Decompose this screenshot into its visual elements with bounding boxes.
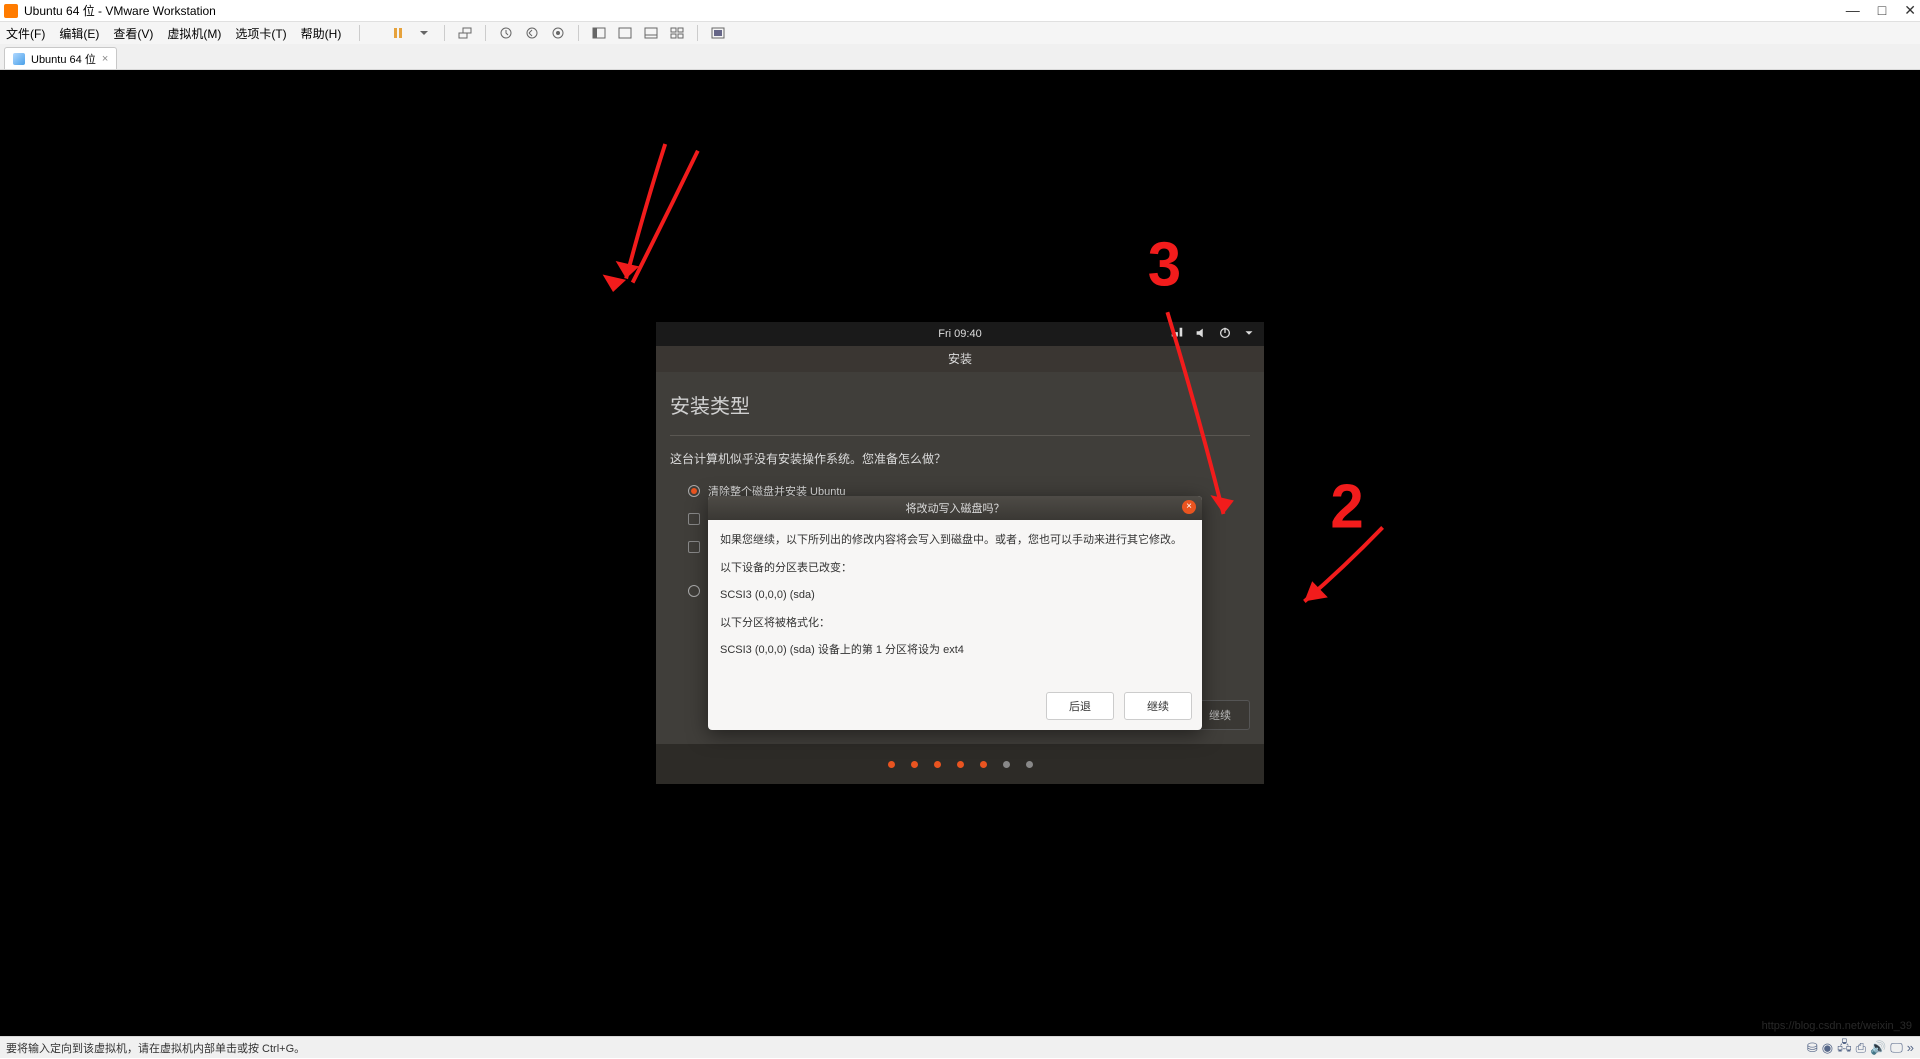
ubuntu-clock[interactable]: Fri 09:40 [938,328,981,340]
layout-console-icon[interactable] [641,24,661,42]
snapshot-take-icon[interactable] [496,24,516,42]
volume-icon[interactable] [1194,326,1208,343]
tab-icon [13,53,25,65]
annotation-2: 2 [1330,472,1363,541]
tab-close-icon[interactable]: × [102,53,108,65]
progress-dot [1026,761,1033,768]
dialog-body: 如果您继续，以下所列出的修改内容将会写入到磁盘中。或者，您也可以手动来进行其它修… [708,520,1202,682]
tray-usb-icon[interactable]: ⎙ [1856,1040,1866,1056]
tray-sound-icon[interactable]: 🔊 [1870,1040,1886,1056]
toolbar [388,24,728,42]
app-icon [4,4,18,18]
radio-icon [688,585,700,597]
fullscreen-icon[interactable] [708,24,728,42]
menu-tabs[interactable]: 选项卡(T) [235,25,286,42]
section-title: 安装类型 [670,390,1250,419]
tab-label: Ubuntu 64 位 [31,51,96,67]
snapshot-revert-icon[interactable] [522,24,542,42]
tray-disk-icon[interactable]: ⛁ [1807,1040,1818,1056]
progress-dot [934,761,941,768]
power-dropdown[interactable] [414,24,434,42]
divider [485,25,486,41]
progress-dot [957,761,964,768]
layout-single-icon[interactable] [589,24,609,42]
dialog-title-text: 将改动写入磁盘吗？ [906,500,1005,516]
menu-vm[interactable]: 虚拟机(M) [167,25,221,42]
power-icon[interactable] [1218,326,1232,343]
menu-edit[interactable]: 编辑(E) [59,25,99,42]
window-title: Ubuntu 64 位 - VMware Workstation [24,2,216,19]
checkbox-icon [688,541,700,553]
vm-screen: Fri 09:40 安装 安装类型 这台计算机似乎没有安装操作系统。您准备怎么做… [656,322,1264,784]
tray-net-icon[interactable]: 🖧 [1837,1037,1852,1059]
dialog-line4: 以下分区将被格式化： [720,615,1190,633]
dialog-title: 将改动写入磁盘吗？ [708,496,1202,520]
annotation-3: 3 [1148,229,1181,298]
watermark: https://blog.csdn.net/weixin_39 [1762,1020,1912,1032]
system-tray: ⛁ ◉ 🖧 ⎙ 🔊 🖵 » [1807,1037,1914,1059]
body-text: 这台计算机似乎没有安装操作系统。您准备怎么做？ [670,450,1250,467]
ubuntu-topbar: Fri 09:40 [656,322,1264,346]
tray-chevron-icon[interactable]: » [1907,1040,1914,1055]
snapshot-manage-icon[interactable] [548,24,568,42]
checkbox-icon [688,513,700,525]
progress-dot [911,761,918,768]
divider [359,25,360,41]
layout-thumb-icon[interactable] [615,24,635,42]
divider [697,25,698,41]
divider [578,25,579,41]
dialog-line1: 如果您继续，以下所列出的修改内容将会写入到磁盘中。或者，您也可以手动来进行其它修… [720,532,1190,550]
menu-view[interactable]: 查看(V) [113,25,153,42]
write-changes-dialog: 将改动写入磁盘吗？ 如果您继续，以下所列出的修改内容将会写入到磁盘中。或者，您也… [708,496,1202,730]
dialog-buttons: 后退 继续 [708,682,1202,730]
layout-unity-icon[interactable] [667,24,687,42]
network-icon[interactable] [1170,326,1184,343]
send-ctrl-alt-del-button[interactable] [455,24,475,42]
tab-ubuntu[interactable]: Ubuntu 64 位 × [4,47,117,69]
dialog-close-icon[interactable] [1182,500,1196,514]
window-controls: — □ ✕ [1846,2,1916,19]
radio-icon [688,485,700,497]
progress-dot [980,761,987,768]
menubar: 文件(F) 编辑(E) 查看(V) 虚拟机(M) 选项卡(T) 帮助(H) [0,22,1920,44]
progress-dot [888,761,895,768]
dialog-back-button[interactable]: 后退 [1046,692,1114,720]
dialog-line3: SCSI3 (0,0,0) (sda) [720,587,1190,605]
statusbar: 要将输入定向到该虚拟机，请在虚拟机内部单击或按 Ctrl+G。 ⛁ ◉ 🖧 ⎙ … [0,1036,1920,1058]
progress-dot [1003,761,1010,768]
dialog-line5: SCSI3 (0,0,0) (sda) 设备上的第 1 分区将设为 ext4 [720,642,1190,660]
section-divider [670,435,1250,436]
menu-help[interactable]: 帮助(H) [301,25,342,42]
statusbar-text: 要将输入定向到该虚拟机，请在虚拟机内部单击或按 Ctrl+G。 [6,1040,305,1056]
menu-file[interactable]: 文件(F) [6,25,45,42]
installer-header: 安装 [656,346,1264,372]
divider [444,25,445,41]
tabbar: Ubuntu 64 位 × [0,44,1920,70]
close-button[interactable]: ✕ [1904,2,1916,19]
chevron-down-icon[interactable] [1242,326,1256,343]
pause-button[interactable] [388,24,408,42]
progress-dots [656,744,1264,784]
tray-cd-icon[interactable]: ◉ [1822,1040,1833,1056]
dialog-continue-button[interactable]: 继续 [1124,692,1192,720]
dialog-line2: 以下设备的分区表已改变： [720,560,1190,578]
minimize-button[interactable]: — [1846,2,1860,19]
titlebar: Ubuntu 64 位 - VMware Workstation — □ ✕ [0,0,1920,22]
maximize-button[interactable]: □ [1878,2,1886,19]
vm-viewport[interactable]: Fri 09:40 安装 安装类型 这台计算机似乎没有安装操作系统。您准备怎么做… [0,70,1920,1036]
tray-display-icon[interactable]: 🖵 [1890,1040,1903,1056]
